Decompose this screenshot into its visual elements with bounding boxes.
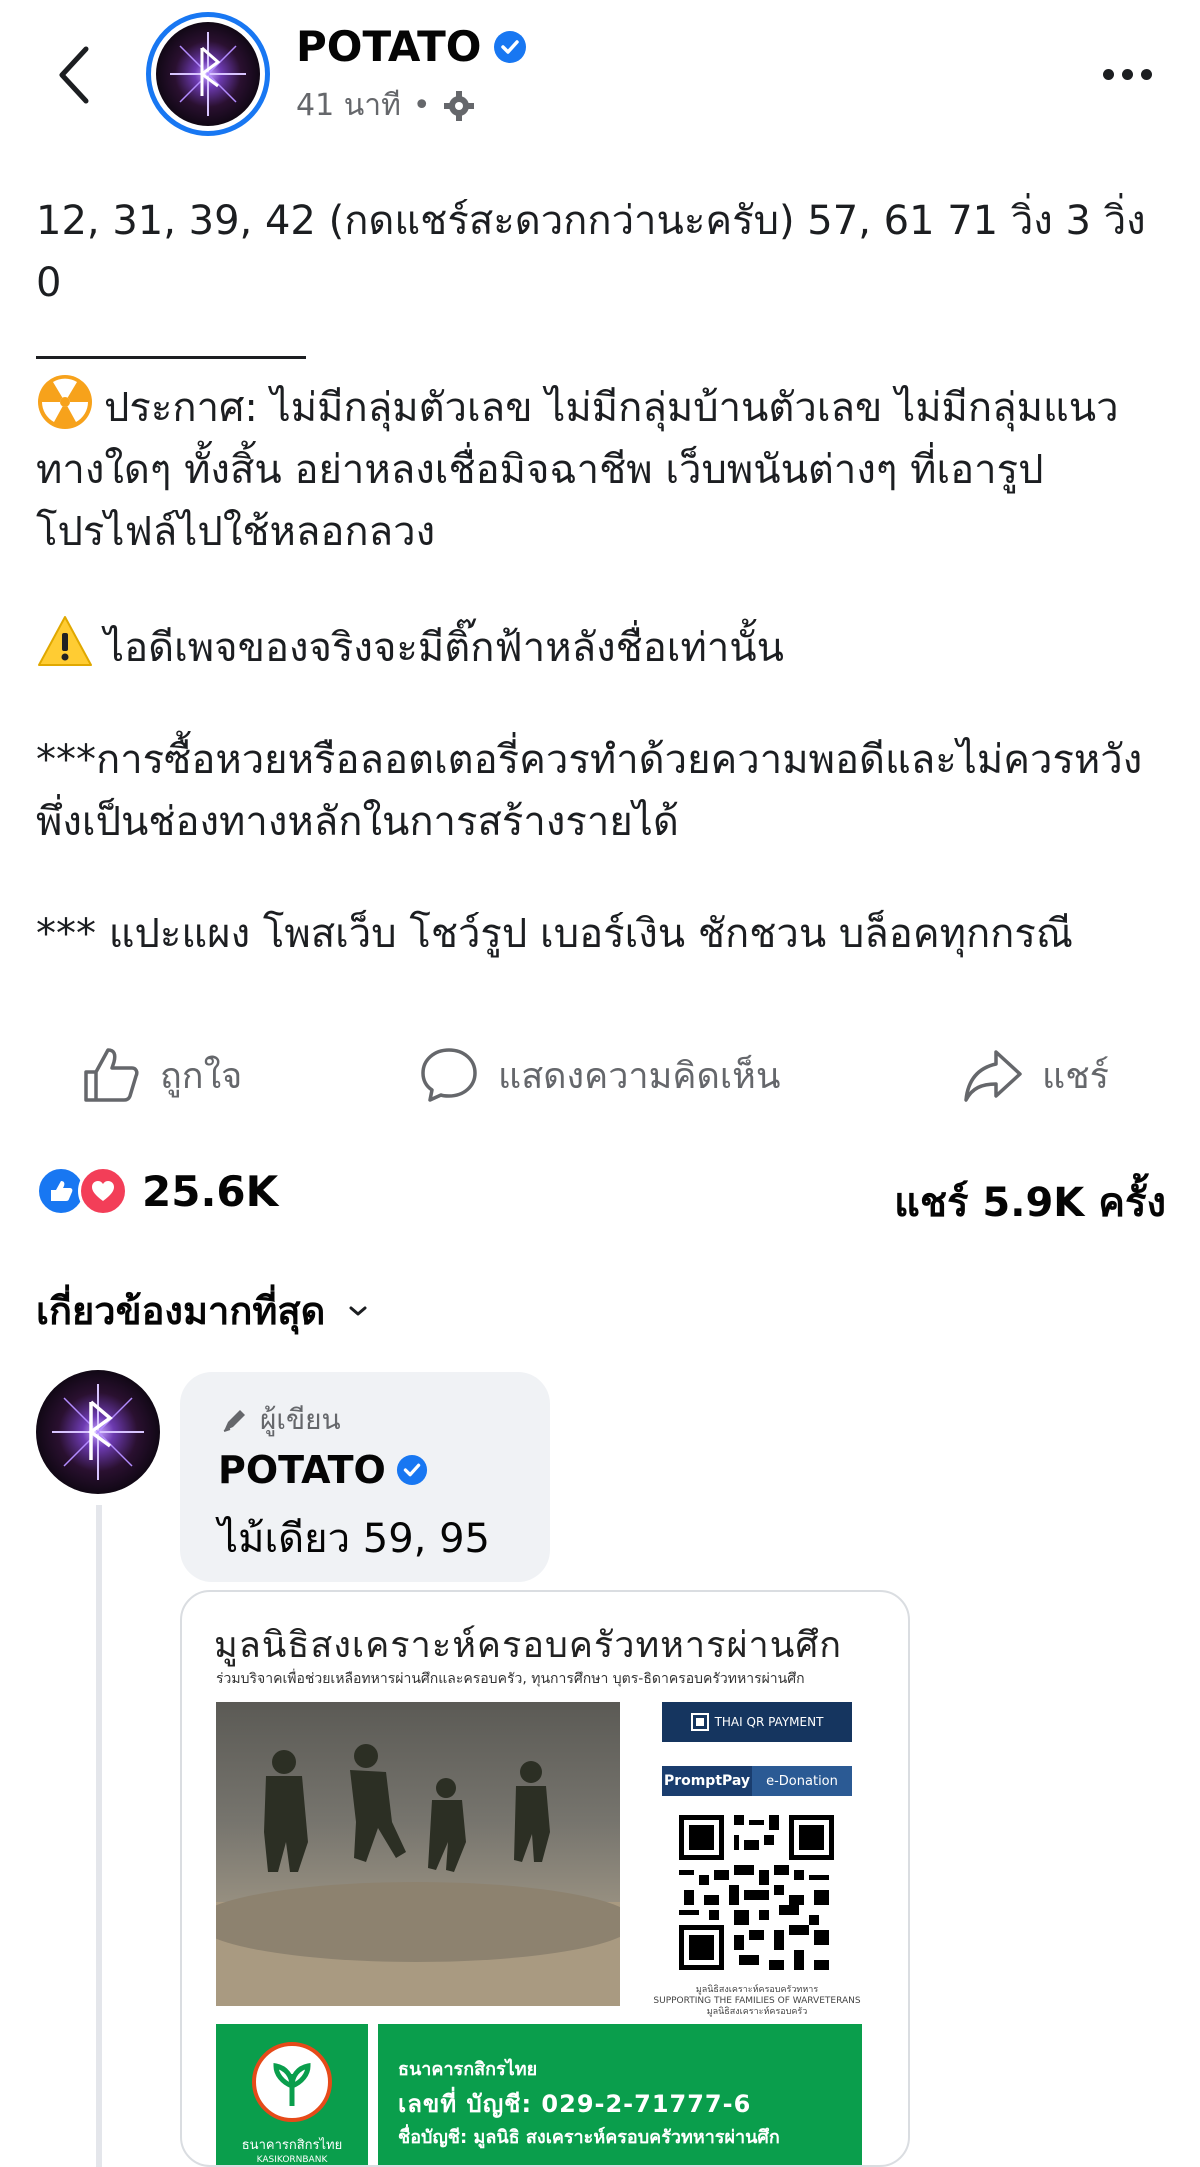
warning-emoji-icon xyxy=(38,616,92,666)
bank-left-label: ธนาคารกสิกรไทย KASIKORNBANK xyxy=(216,2134,368,2165)
qr-panel: THAI QR PAYMENT PromptPay e-Donation มูล… xyxy=(652,1702,862,2017)
comment-sort-dropdown[interactable]: เกี่ยวข้องมากที่สุด xyxy=(36,1280,369,1341)
post-meta: 41 นาที • xyxy=(296,82,475,129)
commenter-name-text[interactable]: POTATO xyxy=(218,1448,386,1492)
more-icon-dot xyxy=(1140,68,1152,80)
author-tag-label: ผู้เขียน xyxy=(260,1403,341,1436)
back-arrow-icon xyxy=(59,46,89,104)
post-divider xyxy=(36,356,306,359)
author-pen-icon xyxy=(223,1410,245,1432)
post-header: POTATO 41 นาที • xyxy=(0,0,1200,150)
announcement-text: ประกาศ: ไม่มีกลุ่มตัวเลข ไม่มีกลุ่มบ้านต… xyxy=(36,385,1119,555)
comment-attachment-image[interactable]: มูลนิธิสงเคราะห์ครอบครัวทหารผ่านศึก ร่วม… xyxy=(180,1590,910,2167)
more-icon-dot xyxy=(1121,68,1133,80)
warning-text: ไอดีเพจของจริงจะมีติ๊กฟ้าหลังชื่อเท่านั้… xyxy=(104,625,784,671)
qr-caption-line1: มูลนิธิสงเคราะห์ครอบครัวทหาร xyxy=(695,1985,819,1995)
post-time[interactable]: 41 นาที xyxy=(296,82,401,129)
promptpay-label: PromptPay xyxy=(662,1766,752,1796)
post-text: 12, 31, 39, 42 (กดแชร์สะดวกกว่านะครับ) 5… xyxy=(36,190,1176,1015)
comment-text: ไม้เดียว 59, 95 xyxy=(218,1516,490,1562)
page-name-text[interactable]: POTATO xyxy=(296,22,481,71)
poster-title: มูลนิธิสงเคราะห์ครอบครัวทหารผ่านศึก xyxy=(214,1625,843,1666)
post-block-note: *** แปะแผง โพสเว็บ โชว์รูป เบอร์เงิน ชัก… xyxy=(36,911,1073,957)
comment-bubble-icon xyxy=(421,1048,477,1102)
bank-account-holder: ชื่อบัญชี: มูลนิธิ สงเคราะห์ครอบครัวทหาร… xyxy=(398,2127,780,2148)
post-warning: ไอดีเพจของจริงจะมีติ๊กฟ้าหลังชื่อเท่านั้… xyxy=(36,613,1176,679)
poster-subtitle: ร่วมบริจาคเพื่อช่วยเหลือทหารผ่านศึกและคร… xyxy=(216,1671,805,1687)
thread-line xyxy=(96,1505,102,2167)
soldiers-photo xyxy=(216,1702,620,2006)
comment-label: แสดงความคิดเห็น xyxy=(498,1055,781,1097)
bank-name: ธนาคารกสิกรไทย xyxy=(398,2059,538,2080)
love-reaction-icon xyxy=(78,1166,128,1216)
gear-icon xyxy=(443,90,474,121)
qr-caption-line2: SUPPORTING THE FAMILIES OF WARVETERANS xyxy=(653,1996,861,2006)
post-numbers: 12, 31, 39, 42 (กดแชร์สะดวกกว่านะครับ) 5… xyxy=(36,198,1146,306)
post-stats: 25.6K แชร์ 5.9K ครั้ง xyxy=(36,1166,1166,1236)
bank-account-panel: ธนาคารกสิกรไทย เลขที่ บัญชี: 029-2-71777… xyxy=(378,2024,862,2165)
comment-button[interactable]: แสดงความคิดเห็น xyxy=(418,1030,780,1120)
bank-left-label-th: ธนาคารกสิกรไทย xyxy=(241,2138,343,2153)
edonation-label: e-Donation xyxy=(752,1766,852,1796)
share-arrow-icon xyxy=(964,1050,1022,1102)
thai-qr-header: THAI QR PAYMENT xyxy=(662,1702,852,1742)
page-name[interactable]: POTATO xyxy=(296,22,527,71)
more-options-button[interactable] xyxy=(1092,54,1162,94)
like-button[interactable]: ถูกใจ xyxy=(80,1030,242,1120)
commenter-name[interactable]: POTATO xyxy=(218,1448,428,1492)
like-label: ถูกใจ xyxy=(160,1055,243,1097)
kasikorn-logo-icon xyxy=(252,2042,332,2122)
bank-left-label-en: KASIKORNBANK xyxy=(256,2155,328,2165)
post-lottery-note: ***การซื้อหวยหรือลอตเตอรี่ควรทำด้วยความพ… xyxy=(36,737,1143,845)
qr-caption: มูลนิธิสงเคราะห์ครอบครัวทหาร SUPPORTING … xyxy=(652,1985,862,2018)
thai-qr-label: THAI QR PAYMENT xyxy=(714,1715,824,1729)
post-actions: ถูกใจ แสดงความคิดเห็น แชร์ xyxy=(0,1030,1200,1120)
sort-label: เกี่ยวข้องมากที่สุด xyxy=(36,1289,326,1333)
thumbs-up-icon xyxy=(84,1048,139,1102)
page-avatar[interactable] xyxy=(146,12,270,136)
bank-logo-panel: ธนาคารกสิกรไทย KASIKORNBANK xyxy=(216,2024,368,2165)
radioactive-emoji-icon xyxy=(38,375,92,429)
qr-code-icon xyxy=(674,1810,839,1975)
meta-separator: • xyxy=(412,88,431,123)
commenter-avatar[interactable] xyxy=(36,1370,160,1494)
promptpay-banner: PromptPay e-Donation xyxy=(662,1766,852,1796)
author-tag: ผู้เขียน xyxy=(220,1398,341,1442)
reaction-count: 25.6K xyxy=(142,1166,279,1216)
back-button[interactable] xyxy=(48,40,98,110)
share-label: แชร์ xyxy=(1042,1055,1109,1097)
qr-caption-line3: มูลนิธิสงเคราะห์ครอบครัว xyxy=(706,2007,808,2017)
share-count[interactable]: แชร์ 5.9K ครั้ง xyxy=(894,1170,1166,1234)
qr-logo-icon xyxy=(690,1713,709,1731)
share-button[interactable]: แชร์ xyxy=(962,1030,1109,1120)
comment-bubble: ผู้เขียน POTATO ไม้เดียว 59, 95 xyxy=(180,1372,550,1582)
bank-account-number: เลขที่ บัญชี: 029-2-71777-6 xyxy=(398,2090,752,2118)
reactions-summary[interactable]: 25.6K xyxy=(36,1166,278,1216)
verified-badge-icon xyxy=(494,30,527,63)
verified-badge-icon xyxy=(396,1454,427,1486)
post-announcement: ประกาศ: ไม่มีกลุ่มตัวเลข ไม่มีกลุ่มบ้านต… xyxy=(36,373,1176,563)
more-icon xyxy=(1102,68,1114,80)
chevron-down-icon xyxy=(349,1306,367,1315)
